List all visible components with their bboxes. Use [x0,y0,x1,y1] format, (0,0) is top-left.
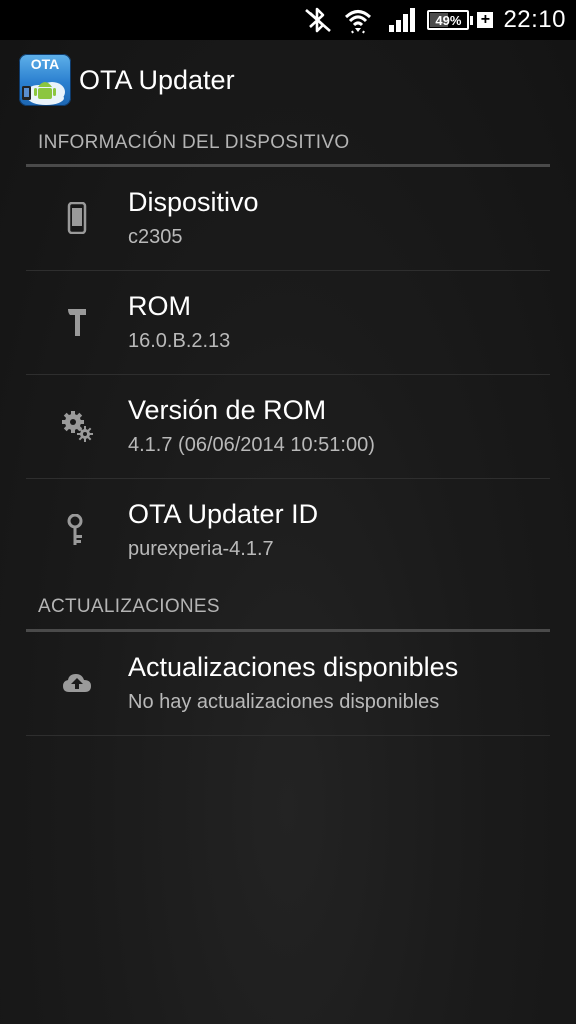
pref-summary: No hay actualizaciones disponibles [128,691,440,713]
wifi-icon [343,6,373,34]
gears-icon [60,409,94,443]
pref-item-available-updates[interactable]: Actualizaciones disponibles No hay actua… [26,632,550,736]
section-header-updates: ACTUALIZACIONES [38,596,220,617]
charging-icon: + [477,12,494,28]
app-title: OTA Updater [79,64,235,95]
pref-summary: c2305 [128,226,183,248]
pref-summary: 16.0.B.2.13 [128,330,231,352]
battery-percent: 49% [435,12,462,28]
pref-item-device[interactable]: Dispositivo c2305 [26,167,550,271]
android-cloud-icon [22,82,65,105]
pref-title: Actualizaciones disponibles [128,652,459,682]
signal-icon [389,8,417,32]
row-divider [26,735,550,736]
battery-icon: 49% [427,10,470,30]
pref-summary: 4.1.7 (06/06/2014 10:51:00) [128,434,375,456]
pref-title: Dispositivo [128,187,259,217]
pref-title: ROM [128,291,191,321]
battery-indicator: 49% + [427,10,494,30]
pref-item-rom[interactable]: ROM 16.0.B.2.13 [26,271,550,375]
pref-item-rom-version[interactable]: Versión de ROM 4.1.7 (06/06/2014 10:51:0… [26,375,550,479]
pref-title: OTA Updater ID [128,499,319,529]
pref-item-ota-updater-id[interactable]: OTA Updater ID purexperia-4.1.7 [26,479,550,583]
clock: 22:10 [503,6,566,33]
section-header-device-info: INFORMACIÓN DEL DISPOSITIVO [38,132,350,153]
key-icon [60,513,94,547]
app-icon[interactable]: OTA [19,54,71,106]
bluetooth-off-icon [303,6,333,34]
hammer-icon [60,305,94,339]
cloud-upload-icon [60,666,94,700]
battery-tip [470,15,474,25]
pref-title: Versión de ROM [128,395,327,425]
status-bar: 49% + 22:10 [0,0,576,40]
phone-icon [60,201,94,235]
pref-summary: purexperia-4.1.7 [128,538,274,560]
action-bar: OTA OTA Updater [0,40,576,120]
